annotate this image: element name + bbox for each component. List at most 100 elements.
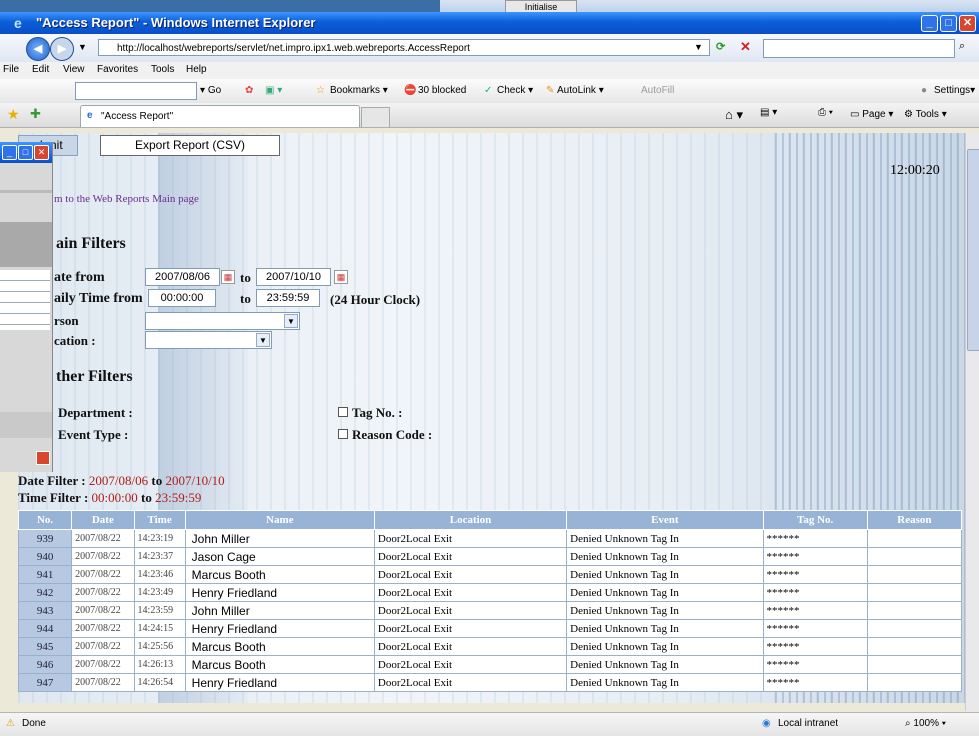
toolbar-options-icon[interactable]: ▣ ▾ bbox=[265, 85, 282, 96]
table-cell: Denied Unknown Tag In bbox=[566, 655, 764, 674]
reason-code-checkbox[interactable] bbox=[338, 429, 348, 439]
add-favorite-icon[interactable]: ✚ bbox=[30, 106, 41, 122]
home-icon[interactable]: ⌂ ▾ bbox=[725, 107, 743, 123]
column-header: Tag No. bbox=[762, 510, 868, 530]
search-icon[interactable]: ⌕ bbox=[959, 40, 965, 53]
toolbar-go-button[interactable]: ▾ Go bbox=[200, 85, 221, 96]
vertical-scrollbar[interactable] bbox=[965, 133, 979, 711]
table-cell: Door2Local Exit bbox=[373, 547, 568, 566]
location-label: cation : bbox=[54, 333, 96, 348]
table-cell: 947 bbox=[17, 673, 73, 692]
feeds-icon[interactable]: ▤ ▾ bbox=[760, 107, 777, 118]
close-button[interactable]: ✕ bbox=[959, 15, 976, 32]
favorites-star-icon[interactable]: ★ bbox=[7, 106, 20, 123]
table-row: 939 2007/08/22 14:23:19 John Miller Door2Loc… bbox=[17, 529, 963, 548]
location-select[interactable]: ▼ bbox=[145, 331, 272, 349]
address-bar: ◀ ▶ ▼ http://localhost/webreports/servle… bbox=[0, 34, 979, 63]
check-button[interactable]: Check ▾ bbox=[497, 85, 533, 96]
table-cell: 2007/08/22 bbox=[71, 673, 135, 692]
table-cell: Marcus Booth bbox=[184, 637, 375, 656]
table-cell bbox=[866, 565, 963, 584]
side-window-titlebar: _ □ ✕ bbox=[0, 142, 52, 163]
tag-no-checkbox[interactable] bbox=[338, 407, 348, 417]
table-cell: Denied Unknown Tag In bbox=[566, 583, 764, 602]
settings-button[interactable]: Settings▾ bbox=[934, 85, 975, 96]
time-to-label: to bbox=[240, 291, 251, 306]
table-cell: 14:25:56 bbox=[133, 637, 186, 656]
column-header: No. bbox=[17, 510, 73, 530]
new-tab-button[interactable] bbox=[361, 107, 390, 127]
search-input[interactable] bbox=[763, 39, 955, 58]
time-from-label: aily Time from bbox=[54, 291, 143, 306]
toolbar-tools-icon[interactable]: ✿ bbox=[245, 85, 253, 96]
history-dropdown-icon[interactable]: ▼ bbox=[78, 42, 87, 52]
time-to-input[interactable]: 23:59:59 bbox=[256, 289, 320, 307]
event-type-label: Event Type : bbox=[58, 427, 129, 442]
zoom-level[interactable]: ⌕ 100% ▾ bbox=[905, 718, 946, 729]
bookmarks-button[interactable]: Bookmarks ▾ bbox=[330, 85, 388, 96]
table-cell: 2007/08/22 bbox=[71, 529, 135, 548]
table-cell: Denied Unknown Tag In bbox=[566, 565, 764, 584]
person-select[interactable]: ▼ bbox=[145, 312, 300, 330]
forward-button[interactable]: ▶ bbox=[50, 37, 74, 61]
refresh-icon[interactable]: ⟳ bbox=[716, 40, 725, 53]
table-cell: Jason Cage bbox=[184, 547, 375, 566]
side-maximize-button[interactable]: □ bbox=[18, 145, 33, 160]
tools-menu-button[interactable]: ⚙ Tools ▾ bbox=[904, 109, 947, 120]
menu-edit[interactable]: Edit bbox=[32, 64, 49, 75]
column-header: Time bbox=[133, 510, 186, 530]
menu-tools[interactable]: Tools bbox=[151, 64, 174, 75]
table-cell: Denied Unknown Tag In bbox=[566, 601, 764, 620]
scrollbar-thumb[interactable] bbox=[967, 149, 979, 351]
table-cell: John Miller bbox=[184, 529, 375, 548]
table-cell: 944 bbox=[17, 619, 73, 638]
table-cell: Marcus Booth bbox=[184, 655, 375, 674]
intranet-icon: ◉ bbox=[762, 718, 771, 729]
tab-bar: ★ ✚ e "Access Report" ⌂ ▾ ▤ ▾ ⎙ ▾ ▭ Page… bbox=[0, 103, 979, 128]
table-row: 942 2007/08/22 14:23:49 Henry Friedland Door… bbox=[17, 583, 963, 602]
menu-file[interactable]: File bbox=[3, 64, 19, 75]
menu-help[interactable]: Help bbox=[186, 64, 207, 75]
table-row: 943 2007/08/22 14:23:59 John Miller Door2Loc… bbox=[17, 601, 963, 620]
menu-favorites[interactable]: Favorites bbox=[97, 64, 138, 75]
date-to-input[interactable]: 2007/10/10 bbox=[256, 268, 331, 286]
url-dropdown-icon[interactable]: ▼ bbox=[694, 42, 703, 52]
table-cell: 14:23:46 bbox=[133, 565, 186, 584]
url-input[interactable]: http://localhost/webreports/servlet/net.… bbox=[98, 39, 710, 56]
maximize-button[interactable]: □ bbox=[940, 15, 957, 32]
table-cell: Door2Local Exit bbox=[373, 529, 568, 548]
page-ie-icon: e bbox=[87, 110, 93, 121]
tab-access-report[interactable]: e "Access Report" bbox=[80, 105, 360, 127]
table-cell: Door2Local Exit bbox=[373, 637, 568, 656]
back-button[interactable]: ◀ bbox=[26, 37, 50, 61]
side-minimize-button[interactable]: _ bbox=[2, 145, 17, 160]
stop-icon[interactable]: ✕ bbox=[740, 39, 751, 55]
date-from-calendar-icon[interactable]: ▦ bbox=[221, 270, 235, 284]
table-cell: ****** bbox=[762, 601, 868, 620]
warning-icon: ⚠ bbox=[6, 718, 15, 729]
window-title: "Access Report" - Windows Internet Explo… bbox=[36, 15, 316, 30]
main-page-link[interactable]: m to the Web Reports Main page bbox=[54, 193, 199, 205]
table-row: 940 2007/08/22 14:23:37 Jason Cage Door2Loca… bbox=[17, 547, 963, 566]
menu-view[interactable]: View bbox=[63, 64, 85, 75]
page-menu-button[interactable]: ▭ Page ▾ bbox=[850, 109, 893, 120]
minimize-button[interactable]: _ bbox=[921, 15, 938, 32]
autolink-button[interactable]: AutoLink ▾ bbox=[557, 85, 604, 96]
column-header: Event bbox=[566, 510, 764, 530]
date-to-calendar-icon[interactable]: ▦ bbox=[334, 270, 348, 284]
side-close-button[interactable]: ✕ bbox=[34, 145, 49, 160]
toolbar-search-input[interactable] bbox=[75, 82, 197, 100]
table-cell: Denied Unknown Tag In bbox=[566, 547, 764, 566]
table-cell: John Miller bbox=[184, 601, 375, 620]
autofill-button[interactable]: AutoFill bbox=[641, 85, 674, 96]
table-cell bbox=[866, 673, 963, 692]
table-cell: 14:23:19 bbox=[133, 529, 186, 548]
export-csv-button[interactable]: Export Report (CSV) bbox=[100, 135, 280, 156]
menu-bar: File Edit View Favorites Tools Help bbox=[0, 62, 979, 79]
date-from-input[interactable]: 2007/08/06 bbox=[145, 268, 220, 286]
table-cell: Henry Friedland bbox=[184, 619, 375, 638]
table-cell: 14:24:15 bbox=[133, 619, 186, 638]
time-from-input[interactable]: 00:00:00 bbox=[148, 289, 216, 307]
print-icon[interactable]: ⎙ ▾ bbox=[818, 107, 833, 118]
popup-blocked-button[interactable]: 30 blocked bbox=[418, 85, 466, 96]
